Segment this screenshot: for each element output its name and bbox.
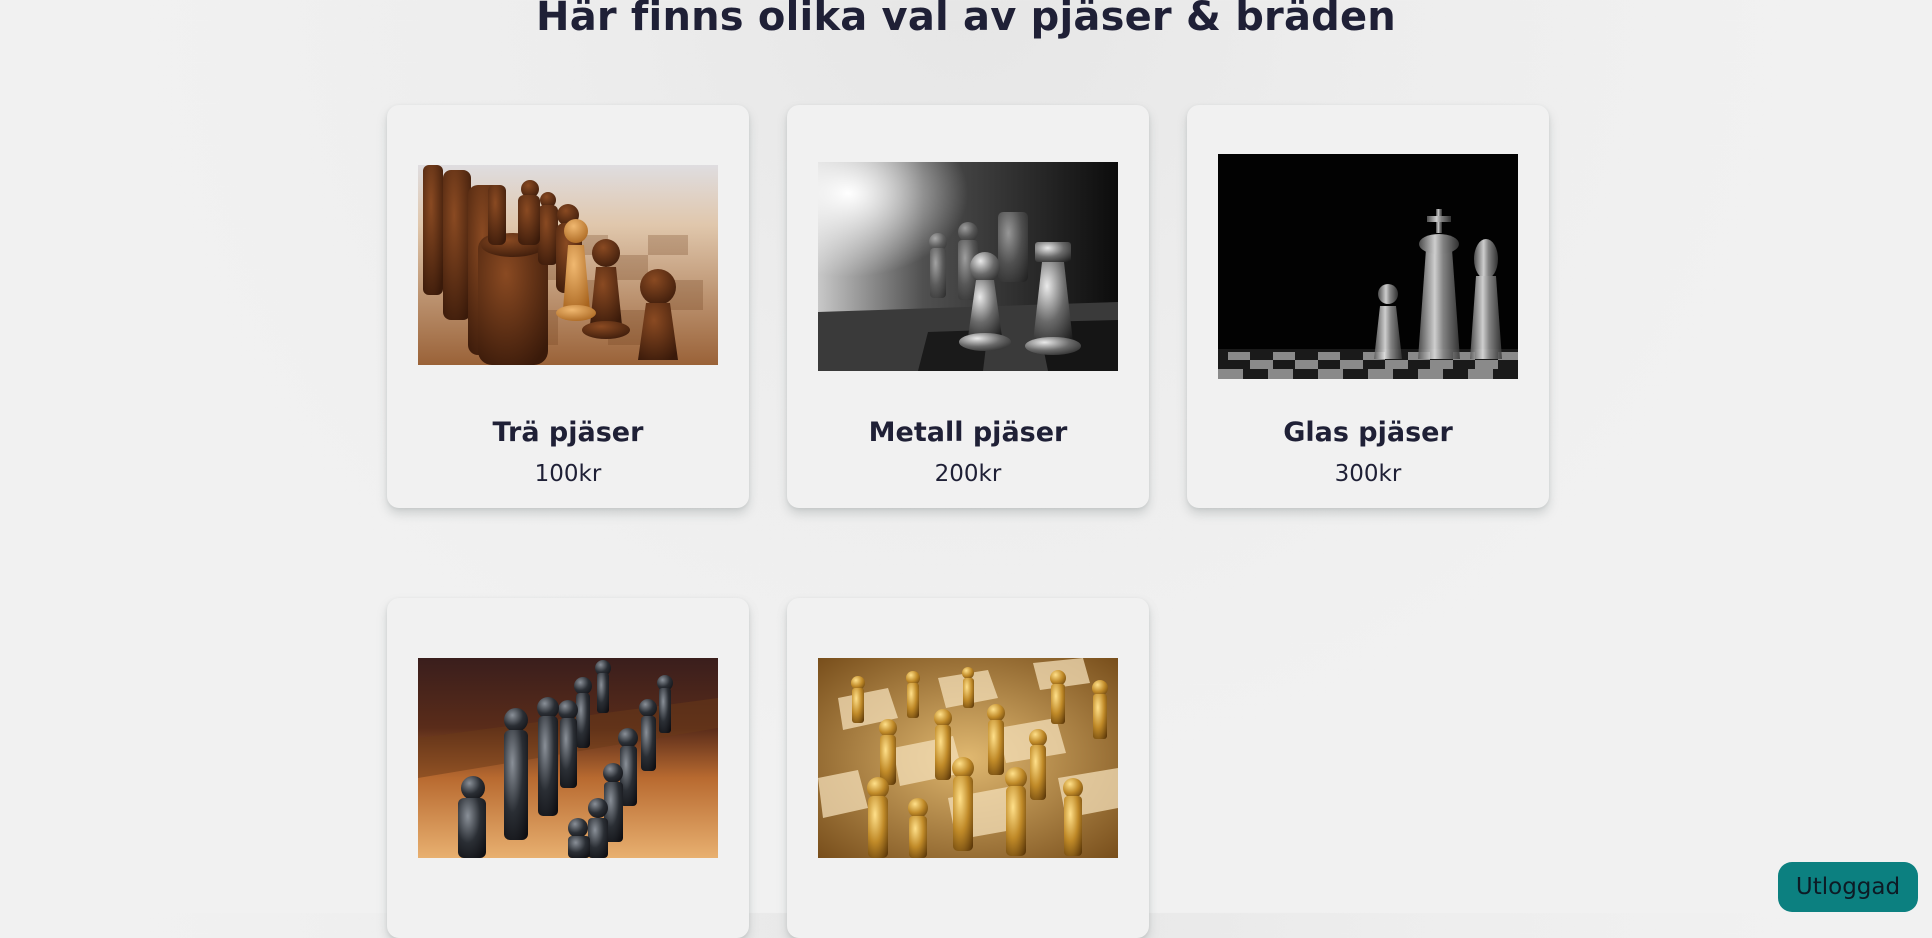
logout-button[interactable]: Utloggad (1778, 862, 1918, 912)
product-price: 200kr (934, 461, 1002, 487)
product-card-dark-metal[interactable] (387, 598, 749, 938)
product-image-metal (818, 162, 1118, 371)
product-name: Trä pjäser (492, 417, 644, 448)
product-name: Metall pjäser (868, 417, 1068, 448)
product-card-gold[interactable] (787, 598, 1149, 938)
product-image-dark-metal (418, 658, 718, 858)
product-price: 300kr (1334, 461, 1402, 487)
page-title: Här finns olika val av pjäser & bräden (536, 0, 1396, 40)
product-card-wood[interactable]: Trä pjäser 100kr (387, 105, 749, 508)
product-card-glass[interactable]: Glas pjäser 300kr (1187, 105, 1549, 508)
product-image-glass (1218, 154, 1518, 379)
product-name: Glas pjäser (1283, 417, 1453, 448)
product-image-gold (818, 658, 1118, 858)
product-price: 100kr (534, 461, 602, 487)
product-card-metal[interactable]: Metall pjäser 200kr (787, 105, 1149, 508)
product-image-wood (418, 165, 718, 365)
